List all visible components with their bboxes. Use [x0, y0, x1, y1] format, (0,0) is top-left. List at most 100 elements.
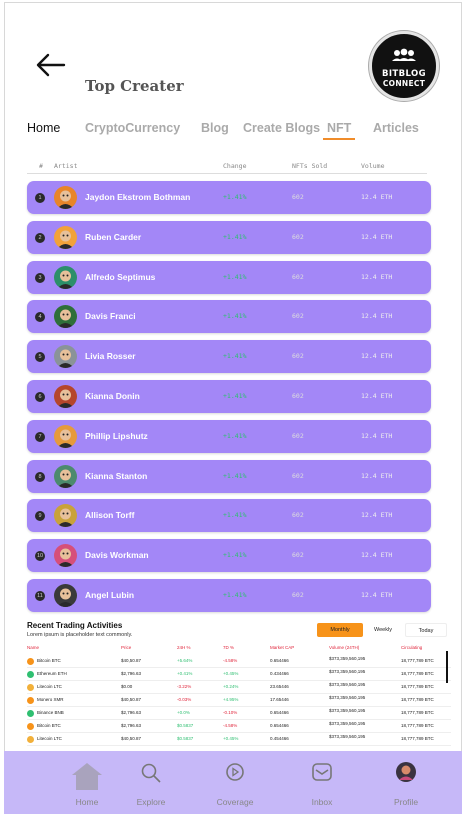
trade-row[interactable]: Binance BNB $2,796.63 +0.0% -0.10% 0.654466 $… [27, 707, 451, 720]
logo-line1: BITBLOG [381, 69, 427, 79]
rank-badge: 4 [35, 312, 45, 323]
creator-row[interactable]: 8 Kianna Stanton +1.41% 602 12.4 ETH [27, 459, 431, 493]
creator-name: Alfredo Septimus [85, 271, 156, 282]
creator-change: +1.41% [223, 193, 247, 201]
creator-nfts-sold: 602 [292, 232, 304, 241]
creator-name: Livia Rosser [85, 351, 136, 362]
filter-today[interactable]: Today [405, 623, 447, 637]
nav-inbox[interactable]: Inbox [282, 751, 362, 814]
tab-nft[interactable]: NFT [323, 121, 356, 140]
header-rank: # [39, 162, 43, 170]
creator-volume: 12.4 ETH [361, 511, 393, 520]
creator-change: +1.41% [223, 272, 247, 281]
creator-avatar [54, 544, 77, 568]
creator-volume: 12.4 ETH [361, 392, 393, 400]
tab-cryptocurrency[interactable]: CryptoCurrency [85, 121, 180, 135]
coin-circulating: 18,777,789 BTC [401, 697, 434, 702]
creator-nfts-sold: 602 [292, 471, 304, 480]
nav-explore-label: Explore [136, 797, 166, 807]
creator-avatar [54, 584, 77, 607]
creator-row[interactable]: 2 Ruben Carder +1.41% 602 12.4 ETH [27, 220, 431, 254]
tab-create-blogs[interactable]: Create Blogs [243, 121, 320, 135]
header-circulating: Circulating [401, 645, 423, 650]
creator-row[interactable]: 6 Kianna Donin +1.41% 602 12.4 ETH [27, 380, 431, 413]
nav-explore[interactable]: Explore [111, 751, 191, 814]
creator-name: Kianna Donin [85, 391, 140, 401]
creator-row[interactable]: 9 Allison Torff +1.41% 602 12.4 ETH [27, 499, 431, 533]
trade-row[interactable]: Litecoin LTC $40,50.87 $0.5837 +0.45% 0.4544… [27, 733, 451, 746]
creator-avatar [54, 504, 77, 528]
creator-volume: 12.4 ETH [361, 471, 393, 480]
creator-volume: 12.4 ETH [361, 352, 393, 361]
trading-subtitle: Lorem ipsum is placeholder text commonly… [27, 632, 133, 638]
trade-row[interactable]: Litecoin LTC $0.00 -3.22% +0.24% 23.65446 $37… [27, 681, 451, 694]
trade-row[interactable]: Bitcoin BTC $40,50.87 +5.64% -4.58% 0.654466… [27, 655, 451, 668]
rank-badge: 6 [35, 392, 45, 402]
coin-volume: $373,359,560,195 [329, 734, 366, 739]
filter-weekly[interactable]: Weekly [363, 623, 403, 637]
coin-icon [27, 736, 34, 743]
filter-monthly[interactable]: Monthly [317, 623, 363, 637]
coin-circulating: 18,777,789 BTC [401, 710, 434, 715]
creator-nfts-sold: 602 [292, 193, 304, 201]
rank-badge: 9 [35, 511, 45, 522]
coin-volume: $373,359,560,195 [329, 682, 366, 687]
scrollbar[interactable] [446, 651, 448, 683]
coin-circulating: 18,777,789 BTC [401, 671, 434, 676]
coin-market-cap: 23.65446 [270, 684, 289, 689]
creator-avatar [54, 186, 77, 209]
coin-7d: -0.10% [223, 710, 238, 715]
creator-volume: 12.4 ETH [361, 272, 393, 281]
creator-name: Jaydon Ekstrom Bothman [85, 192, 191, 202]
trade-row[interactable]: Monero XMR $40,50.87 -0.03% +4.95% 17.65446 $… [27, 694, 451, 707]
creator-row[interactable]: 11 Angel Lubin +1.41% 602 12.4 ETH [27, 579, 431, 612]
coin-name: Binance BNB [37, 710, 64, 715]
play-icon [226, 763, 244, 781]
header-name: Name [27, 645, 40, 650]
creator-volume: 12.4 ETH [361, 193, 393, 201]
coin-price: $2,796.63 [121, 710, 142, 715]
coin-name: Monero XMR [37, 697, 64, 702]
coin-7d: +0.45% [223, 736, 239, 741]
coin-market-cap: 0.654466 [270, 710, 289, 715]
coin-price: $40,50.87 [121, 736, 142, 741]
trade-row[interactable]: Bitcoin BTC $2,796.63 $0.5837 -4.58% 0.65446… [27, 720, 451, 733]
header-artist: Artist [54, 162, 78, 170]
nav-coverage[interactable]: Coverage [195, 751, 275, 814]
trade-row[interactable]: Ethereum ETH $2,796.63 +0.41% +0.45% 0.43446… [27, 668, 451, 681]
tab-blog[interactable]: Blog [201, 121, 229, 135]
avatar-icon [396, 762, 416, 782]
back-arrow-icon[interactable] [35, 51, 67, 79]
coin-icon [27, 697, 34, 704]
coin-24h: +0.0% [177, 710, 190, 715]
rank-badge: 7 [35, 431, 45, 442]
tab-home[interactable]: Home [27, 121, 60, 135]
coin-price: $2,796.63 [121, 671, 142, 676]
coin-24h: +5.64% [177, 658, 193, 663]
header-price: Price [121, 645, 132, 650]
creator-row[interactable]: 10 Davis Workman +1.41% 602 12.4 ETH [27, 539, 431, 573]
coin-name: Bitcoin BTC [37, 723, 61, 728]
coin-circulating: 18,777,789 BTC [401, 684, 434, 689]
creator-avatar [54, 225, 77, 249]
coin-24h: -3.22% [177, 684, 192, 689]
active-tab-underline [323, 138, 356, 140]
creator-row[interactable]: 1 Jaydon Ekstrom Bothman +1.41% 602 12.4 ETH [27, 181, 431, 214]
bitblog-logo[interactable]: BITBLOG CONNECT [369, 31, 439, 101]
coin-market-cap: 0.654466 [270, 658, 289, 663]
header-7d: 7D % [223, 645, 235, 650]
creator-change: +1.41% [223, 591, 247, 599]
nav-profile-label: Profile [393, 797, 419, 807]
creator-row[interactable]: 3 Alfredo Septimus +1.41% 602 12.4 ETH [27, 260, 431, 294]
coin-market-cap: 0.434466 [270, 671, 289, 676]
coin-market-cap: 0.654466 [270, 723, 289, 728]
nav-profile[interactable]: Profile [366, 751, 446, 814]
community-icon [392, 48, 416, 61]
tab-articles[interactable]: Articles [373, 121, 419, 135]
creator-row[interactable]: 4 Davis Franci +1.41% 602 12.4 ETH [27, 300, 431, 334]
creator-row[interactable]: 7 Phillip Lipshutz +1.41% 602 12.4 ETH [27, 419, 431, 453]
rank-badge: 3 [35, 272, 45, 283]
inbox-icon [312, 763, 332, 781]
coin-price: $2,796.63 [121, 723, 142, 728]
creator-row[interactable]: 5 Livia Rosser +1.41% 602 12.4 ETH [27, 340, 431, 374]
